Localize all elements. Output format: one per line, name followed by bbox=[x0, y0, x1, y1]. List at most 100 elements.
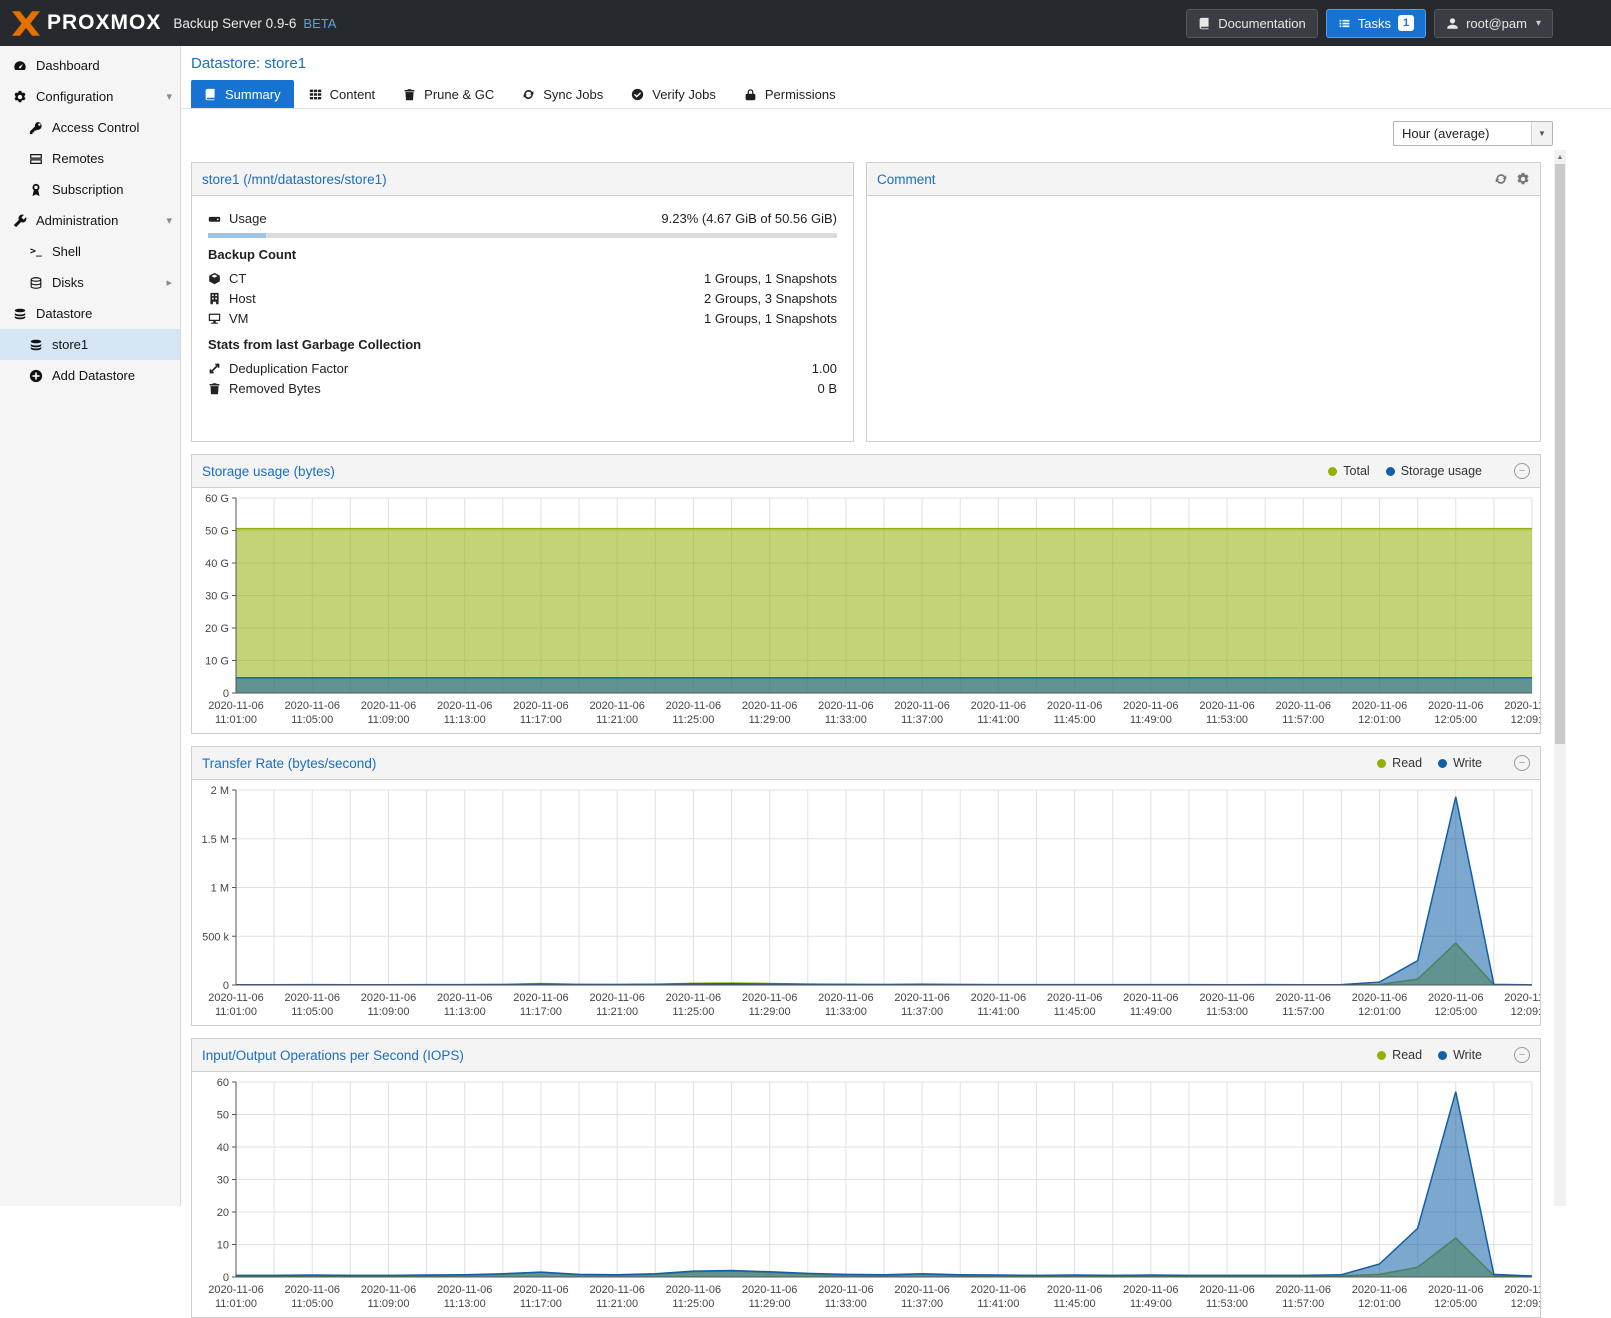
grid-icon bbox=[309, 88, 322, 101]
svg-text:11:21:00: 11:21:00 bbox=[596, 714, 638, 726]
scroll-up-arrow-icon[interactable]: ▲ bbox=[1554, 150, 1566, 164]
sidebar-item-administration[interactable]: Administration ▾ bbox=[0, 205, 180, 236]
sidebar-item-shell[interactable]: >_ Shell bbox=[0, 236, 180, 267]
svg-text:2020-11-06: 2020-11-06 bbox=[589, 700, 644, 712]
svg-text:11:05:00: 11:05:00 bbox=[291, 1298, 333, 1310]
svg-text:60: 60 bbox=[217, 1077, 229, 1089]
svg-text:2020-11-06: 2020-11-06 bbox=[1047, 1284, 1102, 1296]
sidebar-item-remotes[interactable]: Remotes bbox=[0, 143, 180, 174]
legend-item-write[interactable]: Write bbox=[1438, 756, 1482, 770]
chevron-down-icon[interactable]: ▾ bbox=[166, 214, 172, 227]
tab-summary[interactable]: Summary bbox=[191, 80, 294, 108]
gear-icon[interactable] bbox=[1516, 172, 1530, 186]
chevron-right-icon[interactable]: ▸ bbox=[166, 276, 172, 289]
tab-content[interactable]: Content bbox=[296, 80, 389, 108]
legend-item-storage-usage[interactable]: Storage usage bbox=[1386, 464, 1482, 478]
sidebar-item-label: Shell bbox=[52, 244, 81, 259]
svg-text:11:13:00: 11:13:00 bbox=[444, 714, 486, 726]
legend-label: Total bbox=[1343, 464, 1369, 478]
scrollbar-thumb[interactable] bbox=[1555, 164, 1565, 744]
svg-text:40 G: 40 G bbox=[205, 558, 229, 570]
svg-text:2020-11-06: 2020-11-06 bbox=[361, 1284, 416, 1296]
svg-text:2020-11-06: 2020-11-06 bbox=[1276, 992, 1331, 1004]
sidebar-item-configuration[interactable]: Configuration ▾ bbox=[0, 81, 180, 112]
legend-dot bbox=[1377, 759, 1386, 768]
vertical-scrollbar[interactable]: ▲ bbox=[1554, 150, 1566, 1206]
svg-text:11:49:00: 11:49:00 bbox=[1130, 1298, 1172, 1310]
select-trigger-icon[interactable]: ▼ bbox=[1531, 122, 1552, 145]
legend-item-total[interactable]: Total bbox=[1328, 464, 1369, 478]
svg-text:2020-11-06: 2020-11-06 bbox=[1504, 700, 1540, 712]
sidebar-item-label: Disks bbox=[52, 275, 84, 290]
svg-text:2020-11-06: 2020-11-06 bbox=[285, 1284, 340, 1296]
legend-dot bbox=[1386, 467, 1395, 476]
chevron-down-icon[interactable]: ▾ bbox=[166, 90, 172, 103]
svg-text:2020-11-06: 2020-11-06 bbox=[285, 700, 340, 712]
svg-text:0: 0 bbox=[223, 688, 229, 700]
svg-text:2020-11-06: 2020-11-06 bbox=[513, 992, 568, 1004]
refresh-icon[interactable] bbox=[1494, 172, 1508, 186]
usage-value: 9.23% (4.67 GiB of 50.56 GiB) bbox=[661, 211, 837, 226]
svg-text:2020-11-06: 2020-11-06 bbox=[1199, 700, 1254, 712]
svg-text:500 k: 500 k bbox=[202, 931, 229, 943]
legend-item-read[interactable]: Read bbox=[1377, 756, 1422, 770]
beta-link[interactable]: BETA bbox=[303, 16, 336, 31]
iops-chart-panel: Input/Output Operations per Second (IOPS… bbox=[191, 1038, 1541, 1318]
lock-icon bbox=[744, 88, 757, 101]
storage-usage-chart: 010 G20 G30 G40 G50 G60 G2020-11-0611:01… bbox=[192, 488, 1540, 733]
tab-permissions[interactable]: Permissions bbox=[731, 80, 849, 108]
tab-prune-gc[interactable]: Prune & GC bbox=[390, 80, 507, 108]
sidebar-item-subscription[interactable]: Subscription bbox=[0, 174, 180, 205]
tab-sync-jobs[interactable]: Sync Jobs bbox=[509, 80, 616, 108]
sync-icon bbox=[522, 88, 535, 101]
sidebar-item-datastore[interactable]: Datastore bbox=[0, 298, 180, 329]
transfer-rate-chart-panel: Transfer Rate (bytes/second) Read Write … bbox=[191, 746, 1541, 1026]
svg-text:2020-11-06: 2020-11-06 bbox=[1123, 1284, 1178, 1296]
svg-text:2020-11-06: 2020-11-06 bbox=[894, 700, 949, 712]
database-icon bbox=[12, 307, 28, 321]
legend-label: Storage usage bbox=[1401, 464, 1482, 478]
legend-item-write[interactable]: Write bbox=[1438, 1048, 1482, 1062]
legend-item-read[interactable]: Read bbox=[1377, 1048, 1422, 1062]
svg-text:2020-11-06: 2020-11-06 bbox=[1047, 700, 1102, 712]
svg-text:11:41:00: 11:41:00 bbox=[977, 714, 1019, 726]
svg-text:10 G: 10 G bbox=[205, 656, 229, 668]
svg-text:2020-11-06: 2020-11-06 bbox=[894, 992, 949, 1004]
chevron-down-icon: ▾ bbox=[1536, 18, 1541, 29]
collapse-icon[interactable]: − bbox=[1514, 755, 1530, 771]
collapse-icon[interactable]: − bbox=[1514, 1047, 1530, 1063]
timeframe-select[interactable]: Hour (average) ▼ bbox=[1393, 121, 1553, 146]
sidebar-item-store1[interactable]: store1 bbox=[0, 329, 180, 360]
chart-legend: Read Write − bbox=[1377, 755, 1530, 771]
svg-text:2020-11-06: 2020-11-06 bbox=[437, 700, 492, 712]
sidebar-item-dashboard[interactable]: Dashboard bbox=[0, 50, 180, 81]
list-icon bbox=[1338, 17, 1351, 30]
sidebar-item-access-control[interactable]: Access Control bbox=[0, 112, 180, 143]
svg-text:11:33:00: 11:33:00 bbox=[825, 714, 867, 726]
comment-panel: Comment bbox=[866, 162, 1541, 442]
legend-dot bbox=[1328, 467, 1337, 476]
tasks-button[interactable]: Tasks 1 bbox=[1326, 9, 1426, 38]
tasks-label: Tasks bbox=[1358, 16, 1391, 31]
user-menu-button[interactable]: root@pam ▾ bbox=[1434, 9, 1553, 38]
tab-verify-jobs[interactable]: Verify Jobs bbox=[618, 80, 729, 108]
sidebar-item-label: Add Datastore bbox=[52, 368, 135, 383]
usage-progress-bar bbox=[208, 233, 837, 238]
svg-text:11:29:00: 11:29:00 bbox=[749, 1298, 791, 1310]
sidebar-item-disks[interactable]: Disks ▸ bbox=[0, 267, 180, 298]
svg-text:11:57:00: 11:57:00 bbox=[1282, 1298, 1324, 1310]
backup-row-value: 1 Groups, 1 Snapshots bbox=[704, 311, 837, 326]
user-label: root@pam bbox=[1466, 16, 1527, 31]
page-title: Datastore: store1 bbox=[181, 46, 1611, 72]
svg-text:11:09:00: 11:09:00 bbox=[367, 714, 409, 726]
svg-text:20 G: 20 G bbox=[205, 623, 229, 635]
sidebar-item-label: Subscription bbox=[52, 182, 124, 197]
desktop-icon bbox=[208, 312, 221, 325]
documentation-button[interactable]: Documentation bbox=[1186, 9, 1317, 38]
collapse-icon[interactable]: − bbox=[1514, 463, 1530, 479]
svg-text:11:45:00: 11:45:00 bbox=[1054, 714, 1096, 726]
sidebar-item-add-datastore[interactable]: Add Datastore bbox=[0, 360, 180, 391]
gears-icon bbox=[12, 90, 28, 104]
chart-title: Storage usage (bytes) bbox=[202, 464, 335, 479]
svg-text:2020-11-06: 2020-11-06 bbox=[666, 1284, 721, 1296]
